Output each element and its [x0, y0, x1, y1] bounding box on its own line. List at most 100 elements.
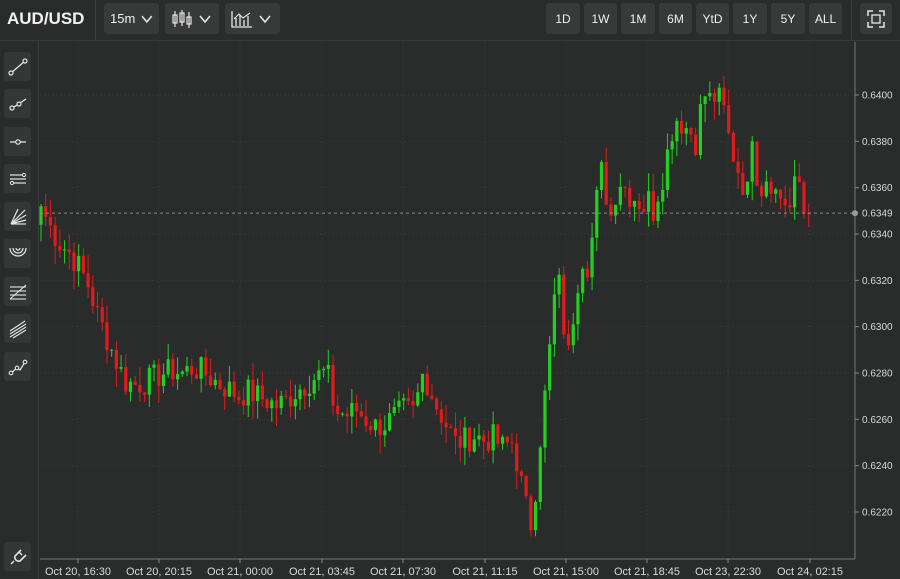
candle-body	[48, 216, 53, 226]
candle-body	[119, 367, 123, 369]
candle-body	[44, 206, 48, 217]
candle-body	[322, 368, 326, 371]
candle-body	[279, 395, 283, 409]
candle-body	[307, 393, 312, 396]
candle-body	[241, 400, 246, 406]
candle-body	[698, 104, 702, 155]
candle-body	[383, 430, 387, 436]
candle-body	[161, 374, 166, 386]
candle-body	[251, 379, 255, 402]
candle	[538, 445, 542, 510]
candle-body	[265, 399, 269, 409]
candle-body	[472, 439, 476, 452]
candle-body	[58, 245, 62, 251]
candle-body	[274, 400, 279, 409]
candle-body	[477, 435, 481, 440]
candle-body	[788, 204, 792, 208]
candle-body	[590, 237, 594, 278]
candle-body	[745, 181, 750, 195]
candle-body	[411, 401, 415, 406]
candle-body	[750, 141, 754, 182]
candle-body	[581, 268, 585, 294]
candle	[548, 335, 552, 400]
candle	[529, 493, 533, 537]
candle-body	[727, 105, 731, 133]
candle-body	[741, 173, 745, 195]
candle-body	[425, 373, 429, 396]
candle-body	[604, 161, 608, 205]
candle-body	[538, 447, 542, 503]
candle-body	[114, 349, 118, 369]
candle-body	[684, 128, 688, 134]
candle-body	[449, 426, 453, 429]
y-tick-label: 0.6220	[862, 508, 893, 519]
candle-body	[675, 120, 679, 142]
candle-body	[175, 374, 180, 380]
candle-body	[208, 375, 213, 386]
candle-body	[656, 201, 660, 221]
candle-body	[317, 370, 321, 381]
candle-body	[289, 396, 293, 407]
candle-body	[679, 120, 684, 134]
candle-body	[491, 424, 495, 451]
plot-area	[40, 42, 855, 559]
candle-body	[152, 364, 156, 368]
candle-body	[599, 161, 604, 191]
candle-body	[670, 141, 674, 150]
candle-body	[614, 204, 618, 216]
candle-body	[237, 396, 241, 401]
candle-body	[496, 424, 500, 444]
candle-body	[105, 322, 109, 351]
candle-body	[665, 149, 670, 190]
x-tick-label: Oct 20, 20:15	[126, 566, 192, 578]
candle-body	[406, 398, 410, 402]
candle-body	[632, 200, 637, 207]
x-tick-label: Oct 21, 18:45	[614, 566, 680, 578]
candle-body	[463, 427, 467, 448]
y-tick-label: 0.6320	[862, 276, 893, 287]
candle-body	[303, 389, 307, 396]
candle-body	[458, 435, 462, 448]
candle-body	[778, 189, 783, 199]
candle-body	[774, 189, 778, 194]
candle-body	[345, 413, 349, 417]
candle-body	[331, 364, 335, 406]
candle-body	[77, 255, 81, 272]
candle-body	[298, 389, 302, 400]
candle-body	[95, 306, 100, 308]
candle-body	[712, 92, 717, 102]
candle-body	[53, 225, 57, 246]
candle-body	[72, 252, 76, 272]
candle-body	[39, 206, 43, 225]
candle-body	[524, 476, 528, 497]
candle-body	[548, 344, 552, 391]
candle-body	[185, 365, 189, 372]
x-tick-label: Oct 21, 03:45	[289, 566, 355, 578]
candle-body	[227, 381, 231, 397]
candle-body	[510, 442, 514, 444]
candle	[698, 94, 702, 160]
price-chart[interactable]: 0.6220 0.6240 0.6260 0.6280 0.6300 0.6320 0.63…	[0, 0, 900, 579]
candle-body	[609, 204, 613, 216]
candle-body	[661, 189, 665, 202]
candle-body	[67, 249, 71, 253]
candle-body	[128, 381, 133, 392]
candle-body	[557, 274, 561, 295]
candle-body	[637, 200, 641, 210]
candle-body	[760, 185, 764, 197]
y-tick-label: 0.6240	[862, 461, 893, 472]
candle-body	[157, 364, 161, 386]
candle-body	[430, 395, 434, 399]
candle-body	[336, 405, 340, 415]
candle-body	[764, 181, 768, 197]
candle-body	[312, 380, 316, 394]
candle-body	[387, 413, 392, 431]
candle-body	[354, 402, 359, 412]
candle-body	[515, 443, 519, 472]
candle-body	[378, 419, 382, 436]
y-tick-label: 0.6380	[862, 137, 893, 148]
candle-body	[270, 400, 274, 409]
x-tick-label: Oct 23, 22:30	[695, 566, 761, 578]
candle-body	[246, 379, 250, 406]
candle-body	[439, 409, 443, 423]
